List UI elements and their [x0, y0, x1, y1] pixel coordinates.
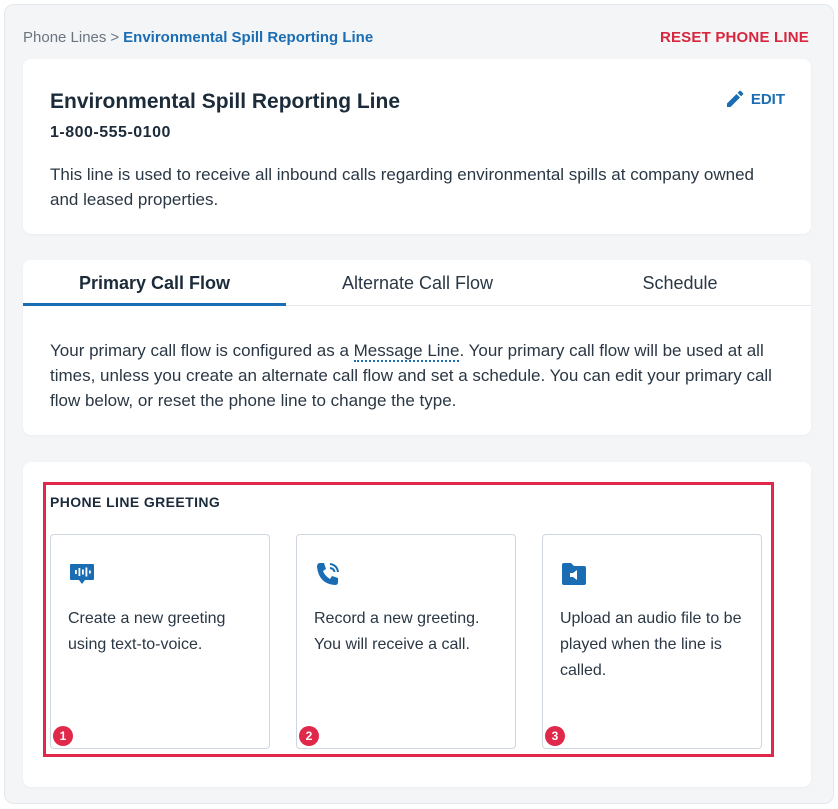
- step-badge-2: 2: [299, 726, 319, 746]
- greeting-section-title: PHONE LINE GREETING: [50, 494, 221, 510]
- call-flow-description: Your primary call flow is configured as …: [50, 338, 790, 413]
- call-flow-card: Primary Call Flow Alternate Call Flow Sc…: [23, 260, 811, 435]
- record-greeting-option[interactable]: Record a new greeting. You will receive …: [296, 534, 516, 749]
- breadcrumb-current[interactable]: Environmental Spill Reporting Line: [123, 29, 373, 46]
- reset-phone-line-button[interactable]: RESET PHONE LINE: [660, 29, 809, 46]
- line-description: This line is used to receive all inbound…: [50, 165, 754, 209]
- option-text: Create a new greeting using text-to-voic…: [68, 610, 226, 653]
- line-phone-number: 1-800-555-0100: [50, 124, 171, 141]
- tab-schedule[interactable]: Schedule: [549, 260, 811, 306]
- top-bar: Phone Lines > Environmental Spill Reportin…: [23, 27, 809, 51]
- line-title: Environmental Spill Reporting Line: [50, 90, 401, 113]
- phone-call-icon: [317, 563, 339, 585]
- edit-button[interactable]: EDIT: [725, 89, 785, 109]
- text-to-voice-option[interactable]: Create a new greeting using text-to-voic…: [50, 534, 270, 749]
- option-text: Record a new greeting. You will receive …: [314, 610, 480, 653]
- tab-alternate-call-flow[interactable]: Alternate Call Flow: [286, 260, 549, 306]
- audio-folder-icon: [562, 563, 586, 585]
- phone-line-greeting-card: PHONE LINE GREETING Create a new greetin…: [23, 462, 811, 787]
- option-text: Upload an audio file to be played when t…: [560, 610, 742, 679]
- text-to-voice-icon: [70, 564, 94, 584]
- page-frame: Phone Lines > Environmental Spill Reportin…: [4, 4, 834, 804]
- call-flow-tabs: Primary Call Flow Alternate Call Flow Sc…: [23, 260, 811, 306]
- breadcrumb-parent-link[interactable]: Phone Lines: [23, 29, 106, 46]
- flow-text-before: Your primary call flow is configured as …: [50, 341, 354, 360]
- breadcrumb: Phone Lines > Environmental Spill Reportin…: [23, 29, 373, 46]
- message-line-link[interactable]: Message Line: [353, 341, 460, 362]
- edit-label: EDIT: [750, 90, 785, 108]
- step-badge-1: 1: [53, 726, 73, 746]
- tab-primary-call-flow[interactable]: Primary Call Flow: [23, 260, 286, 306]
- line-info-card: Environmental Spill Reporting Line 1-800…: [23, 59, 811, 234]
- upload-audio-option[interactable]: Upload an audio file to be played when t…: [542, 534, 762, 749]
- step-badge-3: 3: [545, 726, 565, 746]
- pencil-icon: [726, 90, 744, 107]
- breadcrumb-separator: >: [110, 29, 120, 46]
